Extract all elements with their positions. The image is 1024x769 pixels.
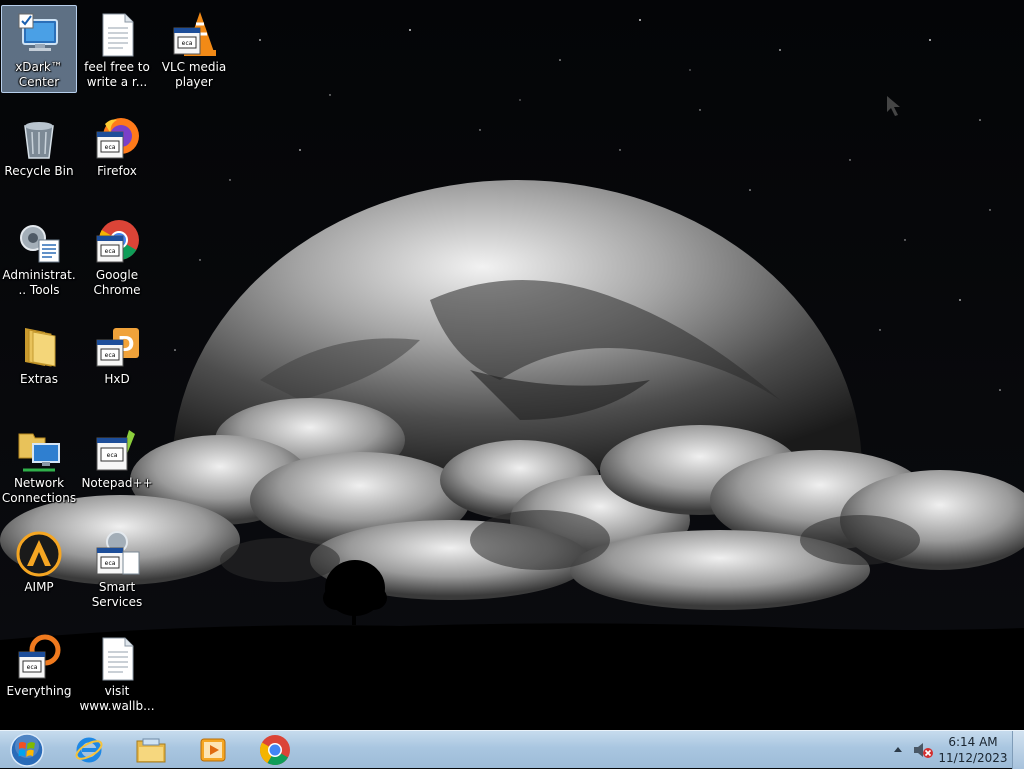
xdark-center-icon — [18, 13, 58, 51]
volume-muted-icon[interactable] — [912, 740, 934, 760]
svg-text:eca: eca — [27, 664, 38, 671]
desktop-icon-label: Everything — [6, 684, 72, 698]
desktop-icon-google-chrome[interactable]: eca Google Chrome — [79, 213, 155, 301]
chrome-icon — [259, 735, 290, 766]
text-file-icon — [102, 637, 134, 681]
desktop-icon-label: xDark™ Center — [15, 60, 63, 89]
desktop-icon-label: Firefox — [97, 164, 137, 178]
show-desktop-button[interactable] — [1012, 731, 1024, 769]
desktop-icon-label: Google Chrome — [93, 268, 141, 297]
taskbar: 6:14 AM 11/12/2023 — [0, 730, 1024, 769]
desktop-icon-label: visit www.wallb... — [79, 684, 155, 713]
desktop-icon-label: HxD — [104, 372, 130, 386]
desktop-icon-everything[interactable]: eca Everything — [1, 629, 77, 717]
recycle-bin-icon — [24, 122, 54, 159]
desktop-icon-xdark-center[interactable]: xDark™ Center — [1, 5, 77, 93]
media-player-icon — [200, 738, 226, 762]
desktop-icon-label: Notepad++ — [81, 476, 153, 490]
show-hidden-icons-arrow-icon[interactable] — [890, 741, 906, 759]
desktop-icon-label: VLC media player — [161, 60, 227, 89]
file-explorer-icon — [136, 738, 166, 763]
taskbar-internet-explorer[interactable] — [66, 732, 112, 768]
taskbar-clock[interactable]: 6:14 AM 11/12/2023 — [938, 734, 1008, 766]
svg-text:eca: eca — [105, 248, 116, 255]
desktop-icon-extras[interactable]: Extras — [1, 317, 77, 405]
hxd-icon: D eca — [96, 328, 139, 367]
taskbar-media-player[interactable] — [190, 732, 236, 768]
notepad-plus-plus-icon: eca — [96, 430, 135, 471]
vlc-icon: eca — [173, 12, 216, 56]
folder-icon — [25, 328, 56, 367]
desktop-icon-label: AIMP — [24, 580, 54, 594]
clock-date: 11/12/2023 — [938, 751, 1008, 765]
desktop-icon-recycle-bin[interactable]: Recycle Bin — [1, 109, 77, 197]
admin-tools-icon — [20, 225, 60, 263]
desktop-icon-label: Network Connections — [1, 476, 77, 505]
aimp-icon — [16, 531, 62, 577]
clock-time: 6:14 AM — [948, 735, 998, 749]
svg-text:eca: eca — [182, 40, 193, 47]
firefox-icon: eca — [96, 118, 139, 159]
desktop-icon-vlc[interactable]: eca VLC media player — [156, 5, 232, 93]
chrome-icon: eca — [96, 220, 139, 263]
desktop-icon-aimp[interactable]: AIMP — [1, 525, 77, 613]
desktop-icon-label: feel free to write a r... — [84, 60, 150, 89]
desktop-icon-network-connections[interactable]: Network Connections — [1, 421, 77, 509]
svg-text:eca: eca — [105, 144, 116, 151]
taskbar-chrome[interactable] — [252, 732, 298, 768]
svg-text:eca: eca — [107, 452, 118, 459]
desktop-icon-label: Smart Services — [91, 580, 143, 609]
desktop-icon-notepad-plus-plus[interactable]: eca Notepad++ — [79, 421, 155, 509]
network-connections-icon — [18, 433, 60, 472]
start-button[interactable] — [2, 732, 52, 768]
everything-search-icon: eca — [18, 634, 61, 679]
text-file-icon — [102, 13, 134, 57]
internet-explorer-icon — [75, 737, 103, 763]
desktop-icon-label: Administrat... Tools — [2, 268, 76, 297]
desktop-icon-smart-services[interactable]: eca Smart Services — [79, 525, 155, 613]
desktop-icon-hxd[interactable]: D eca HxD — [79, 317, 155, 405]
desktop-icon-label: Recycle Bin — [4, 164, 74, 178]
smart-services-icon: eca — [96, 531, 140, 575]
desktop-icon-visit-file[interactable]: visit www.wallb... — [79, 629, 155, 717]
desktop-icon-firefox[interactable]: eca Firefox — [79, 109, 155, 197]
windows-start-orb-icon — [10, 733, 44, 767]
svg-text:eca: eca — [105, 352, 116, 359]
taskbar-file-explorer[interactable] — [128, 732, 174, 768]
svg-text:eca: eca — [105, 560, 116, 567]
desktop-icon-label: Extras — [20, 372, 58, 386]
desktop-icon-text-file[interactable]: feel free to write a r... — [79, 5, 155, 93]
desktop-icon-administrative-tools[interactable]: Administrat... Tools — [1, 213, 77, 301]
